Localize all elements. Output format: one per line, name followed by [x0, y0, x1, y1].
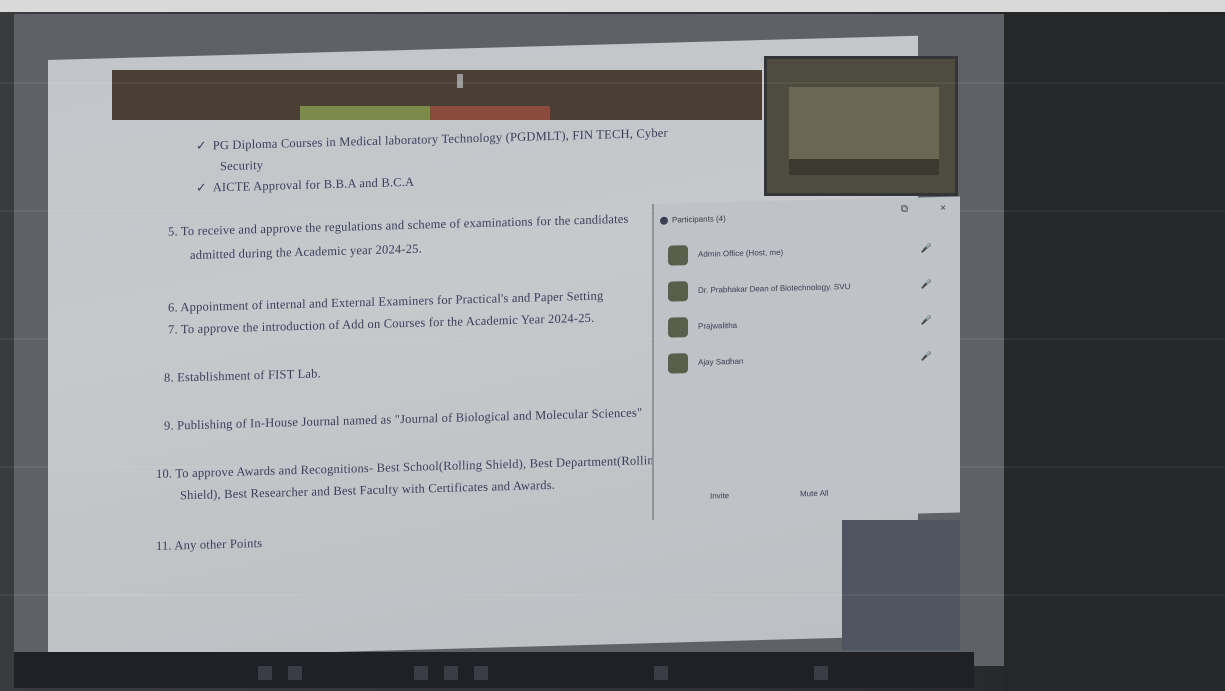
doc-item-7-num: 8. — [164, 370, 174, 385]
doc-item-6-num: 7. — [168, 322, 178, 337]
doc-item-7-text: Establishment of FIST Lab. — [177, 366, 321, 385]
stop-share-button[interactable] — [430, 106, 550, 120]
check-icon: ✓ — [196, 180, 207, 195]
participant-row[interactable]: Dr. Prabhakar Dean of Biotechnology. SVU… — [668, 275, 948, 308]
doc-item-0-text: PG Diploma Courses in Medical laboratory… — [212, 125, 668, 153]
app-icon[interactable] — [474, 666, 488, 680]
doc-item-0: ✓ PG Diploma Courses in Medical laborator… — [196, 125, 668, 154]
doc-item-2: ✓ AICTE Approval for B.B.A and B.C.A — [196, 174, 414, 196]
mic-icon[interactable]: 🎤 — [921, 243, 932, 254]
participant-name: Ajay Sadhan — [698, 356, 744, 367]
doc-item-5-text: Appointment of internal and External Exa… — [180, 288, 604, 315]
participant-name: Dr. Prabhakar Dean of Biotechnology. SVU — [698, 282, 851, 295]
app-logo-icon — [660, 216, 668, 225]
doc-item-4-text: admitted during the Academic year 2024-2… — [190, 241, 422, 263]
invite-button[interactable]: Invite — [710, 491, 729, 500]
participants-panel: Participants (4) ⧉ × Admin Office (Host,… — [652, 196, 960, 520]
doc-item-3-text: To receive and approve the regulations a… — [180, 211, 629, 239]
scanline — [0, 82, 1225, 84]
avatar — [668, 353, 688, 374]
video-feed — [789, 87, 939, 167]
mute-all-button[interactable]: Mute All — [800, 489, 828, 499]
doc-item-3-num: 5. — [168, 224, 178, 239]
doc-item-10-text: Shield), Best Researcher and Best Facult… — [180, 477, 556, 503]
doc-item-11: 11. Any other Points — [156, 536, 262, 554]
top-strip — [0, 0, 1225, 12]
participant-name: Prajwalitha — [698, 320, 738, 331]
avatar — [668, 317, 688, 338]
doc-item-8-text: Publishing of In-House Journal named as … — [177, 405, 643, 433]
participant-row[interactable]: Admin Office (Host, me) 🎤 — [668, 239, 948, 272]
doc-item-2-text: AICTE Approval for B.B.A and B.C.A — [212, 174, 415, 195]
video-caption-bar — [789, 159, 939, 175]
participant-row[interactable]: Ajay Sadhan 🎤 — [668, 347, 948, 380]
search-icon[interactable] — [288, 666, 302, 680]
doc-item-6: 7. To approve the introduction of Add on… — [168, 311, 594, 338]
scanline — [0, 594, 1225, 596]
right-dark-area — [1004, 14, 1225, 691]
app-icon[interactable] — [444, 666, 458, 680]
close-icon[interactable]: × — [940, 203, 946, 214]
video-area — [842, 520, 960, 650]
doc-item-1-text: Security — [220, 157, 264, 174]
panel-title: Participants (4) — [672, 214, 726, 225]
scanline — [0, 338, 1225, 340]
doc-item-11-text: Any other Points — [174, 536, 263, 553]
doc-item-10: Shield), Best Researcher and Best Facult… — [180, 478, 555, 503]
mic-icon[interactable]: 🎤 — [921, 315, 932, 326]
tray-icon[interactable] — [814, 666, 828, 680]
drag-handle-icon[interactable] — [457, 74, 463, 88]
doc-item-8-num: 9. — [164, 418, 174, 433]
doc-item-9-num: 10. — [156, 466, 173, 481]
doc-item-8: 9. Publishing of In-House Journal named … — [164, 405, 642, 433]
doc-item-7: 8. Establishment of FIST Lab. — [164, 366, 321, 385]
doc-item-4: admitted during the Academic year 2024-2… — [190, 242, 422, 263]
doc-item-6-text: To approve the introduction of Add on Co… — [180, 310, 595, 337]
scanline — [0, 466, 1225, 468]
doc-item-11-num: 11. — [156, 538, 172, 553]
avatar — [668, 281, 688, 302]
video-thumbnail[interactable] — [764, 56, 958, 196]
app-icon[interactable] — [414, 666, 428, 680]
participant-name: Admin Office (Host, me) — [698, 247, 784, 259]
app-icon[interactable] — [654, 666, 668, 680]
doc-item-1: Security — [220, 158, 263, 174]
mic-icon[interactable]: 🎤 — [921, 351, 932, 362]
start-icon[interactable] — [258, 666, 272, 680]
check-icon: ✓ — [196, 138, 207, 153]
mic-icon[interactable]: 🎤 — [921, 279, 932, 290]
doc-item-3: 5. To receive and approve the regulation… — [168, 212, 629, 240]
taskbar — [14, 652, 974, 688]
doc-item-5-num: 6. — [168, 300, 178, 315]
share-banner — [300, 106, 430, 120]
avatar — [668, 245, 688, 266]
scanline — [0, 210, 1225, 212]
